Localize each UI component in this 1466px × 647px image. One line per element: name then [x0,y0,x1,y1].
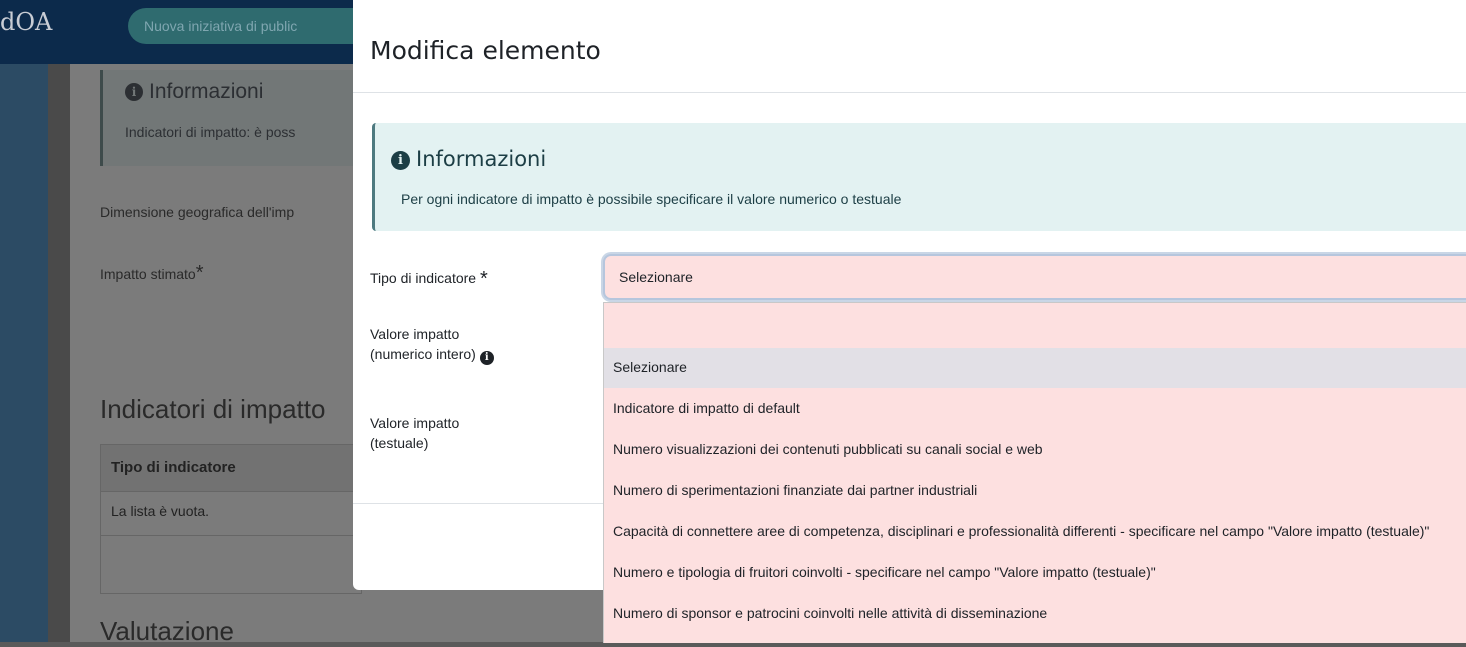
asterisk-icon: * [479,268,488,290]
dropdown-option[interactable]: Numero di sponsor e patrocini coinvolti … [604,594,1466,634]
dropdown-option[interactable]: Numero e tipologia di fruitori coinvolti… [604,553,1466,593]
alert-text: Per ogni indicatore di impatto è possibi… [401,191,902,207]
modal-title: Modifica elemento [370,36,601,65]
dropdown-option[interactable]: Indicatore di impatto di default [604,389,1466,429]
table-header: Tipo di indicatore [101,445,361,492]
initiative-pill: Nuova iniziativa di public [128,8,388,44]
dropdown-option[interactable]: Numero visualizzazioni dei contenuti pub… [604,430,1466,470]
info-circle-icon: i [391,151,410,170]
asterisk-icon: * [195,262,204,284]
geo-label: Dimensione geografica dell'imp [100,204,295,220]
app-logo: dOA [0,8,53,36]
sidebar-gutter [48,64,70,642]
dropdown-option[interactable]: Numero di sperimentazioni finanziate dai… [604,471,1466,511]
dropdown-search-input[interactable] [604,303,1466,347]
background-info-box: i Informazioni Indicatori di impatto: è p… [100,70,363,166]
alert-title: i Informazioni [391,147,546,171]
tipo-indicatore-select[interactable]: Selezionare [603,254,1466,300]
modal-footer-divider [353,503,603,504]
tipo-indicatore-label: Tipo di indicatore * [370,268,488,290]
info-alert: i Informazioni Per ogni indicatore di imp… [372,123,1466,231]
valore-numerico-label: Valore impatto (numerico intero) i [370,324,494,365]
table-row: La lista è vuota. [101,491,361,536]
background-info-text: Indicatori di impatto: è poss [125,124,296,140]
section-title: Indicatori di impatto [100,394,326,424]
info-circle-icon: i [125,83,143,101]
tipo-indicatore-dropdown: Selezionare Indicatore di impatto di def… [603,302,1466,643]
modal-header: Modifica elemento [353,0,1466,93]
background-info-title: i Informazioni [125,80,263,104]
valore-testuale-label: Valore impatto (testuale) [370,415,460,451]
dropdown-option[interactable]: Selezionare [604,348,1466,388]
info-circle-icon[interactable]: i [479,351,494,365]
valutazione-title: Valutazione [100,616,234,646]
indicators-table: Tipo di indicatore La lista è vuota. [100,444,362,594]
sidebar [0,64,48,642]
dropdown-option[interactable]: Capacità di connettere aree di competenz… [604,512,1466,552]
impact-label: Impatto stimato* [100,262,204,284]
